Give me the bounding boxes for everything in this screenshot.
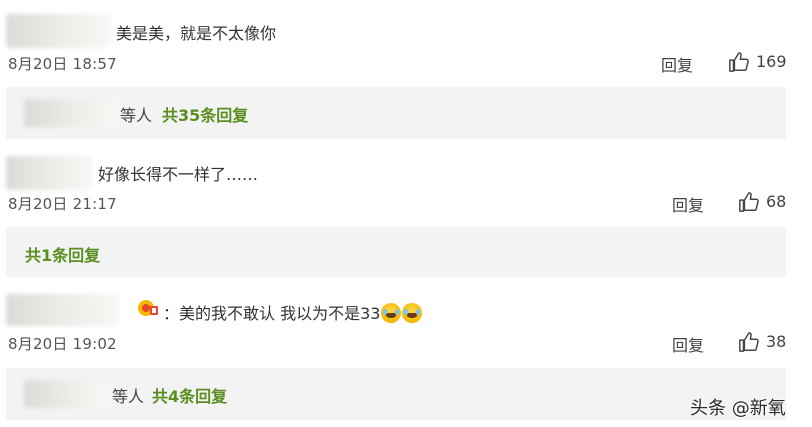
like-count-2: 68 <box>766 192 787 211</box>
comment-text-3: ：美的我不敢认 我以为不是33 <box>163 300 423 324</box>
thumbs-up-icon[interactable] <box>738 191 760 213</box>
source-watermark: 头条 @新氧 <box>690 398 786 419</box>
thumbs-up-icon[interactable] <box>728 51 750 73</box>
comment-time-1: 8月20日 18:57 <box>8 55 117 73</box>
blurred-username-3 <box>6 294 120 326</box>
like-count-3: 38 <box>766 332 787 351</box>
comment-text-1: 美是美，就是不太像你 <box>116 24 277 43</box>
blurred-replier-names-3 <box>24 380 110 408</box>
crying-laughing-emoji <box>402 303 423 323</box>
comment-text-2: 好像长得不一样了…… <box>98 165 259 184</box>
replier-suffix-3: 等人 <box>112 387 145 406</box>
reply-thread-box-1[interactable]: 等人 共35条回复 <box>6 87 786 139</box>
replier-suffix-1: 等人 <box>120 106 153 125</box>
reply-button-2[interactable]: 回复 <box>672 192 704 216</box>
thumbs-up-icon[interactable] <box>738 331 760 353</box>
reply-thread-box-3[interactable]: 等人 共4条回复 <box>6 368 786 420</box>
comment-text-3-body: ：美的我不敢认 我以为不是33 <box>163 304 381 323</box>
like-count-1: 169 <box>756 52 787 71</box>
blurred-username-2 <box>6 156 92 190</box>
user-badge-icon <box>138 300 158 316</box>
view-replies-link-1[interactable]: 共35条回复 <box>162 102 248 126</box>
view-replies-link-3[interactable]: 共4条回复 <box>152 383 227 407</box>
reply-button-1[interactable]: 回复 <box>661 52 693 76</box>
comment-time-3: 8月20日 19:02 <box>8 335 117 353</box>
reply-thread-box-2[interactable]: 共1条回复 <box>6 227 786 277</box>
crying-laughing-emoji <box>381 303 402 323</box>
blurred-replier-names-1 <box>24 99 118 127</box>
comment-time-2: 8月20日 21:17 <box>8 195 117 213</box>
blurred-username-1 <box>6 14 110 48</box>
view-replies-link-2[interactable]: 共1条回复 <box>25 242 100 266</box>
reply-button-3[interactable]: 回复 <box>672 332 704 356</box>
